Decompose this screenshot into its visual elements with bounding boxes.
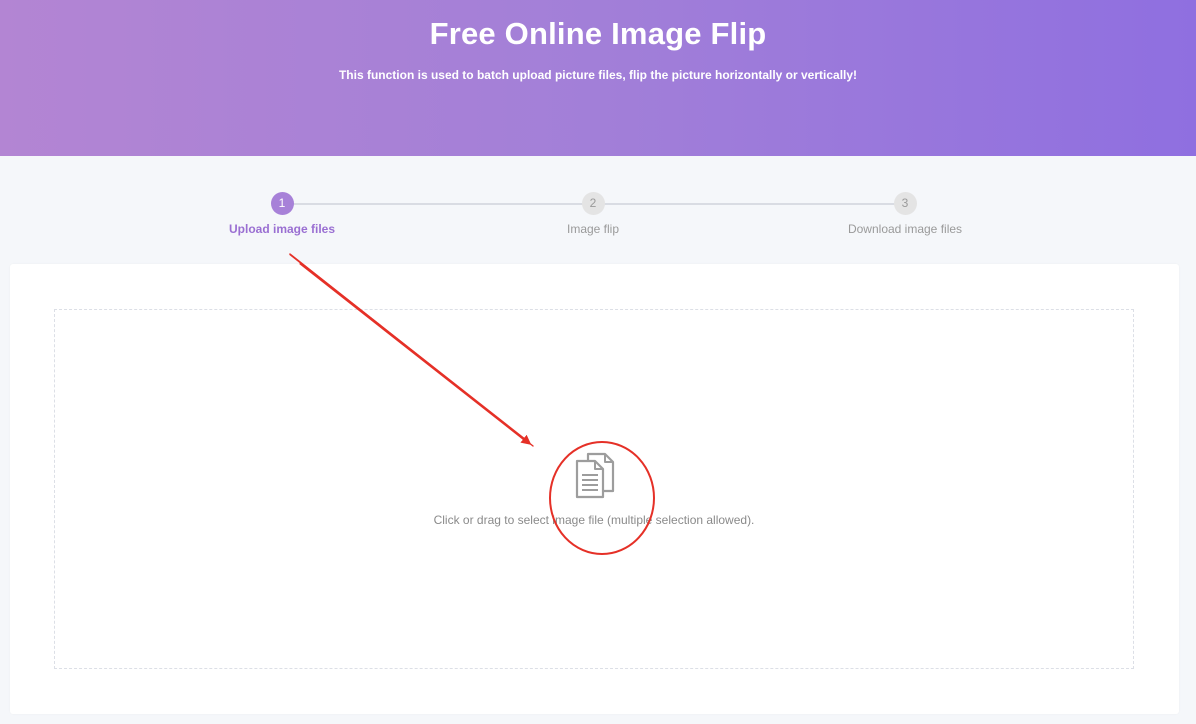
page-subtitle: This function is used to batch upload pi… [338, 68, 858, 82]
step-upload: 1 Upload image files [172, 192, 392, 236]
steps-progress: 1 Upload image files 2 Image flip 3 Down… [0, 156, 1196, 264]
step-number-2: 2 [581, 192, 605, 215]
upload-prompt: Click or drag to select image file (mult… [433, 513, 755, 527]
step-number-1: 1 [270, 192, 294, 215]
document-stack-icon [575, 452, 615, 499]
hero-banner: Free Online Image Flip This function is … [0, 0, 1196, 156]
step-label-download: Download image files [847, 222, 963, 236]
step-flip: 2 Image flip [483, 192, 703, 236]
step-label-upload: Upload image files [228, 222, 336, 236]
page-title: Free Online Image Flip [429, 16, 767, 51]
upload-card: Click or drag to select image file (mult… [10, 264, 1179, 714]
step-download: 3 Download image files [795, 192, 1015, 236]
upload-dropzone[interactable]: Click or drag to select image file (mult… [54, 309, 1134, 669]
step-number-3: 3 [893, 192, 917, 215]
step-label-flip: Image flip [566, 222, 620, 236]
